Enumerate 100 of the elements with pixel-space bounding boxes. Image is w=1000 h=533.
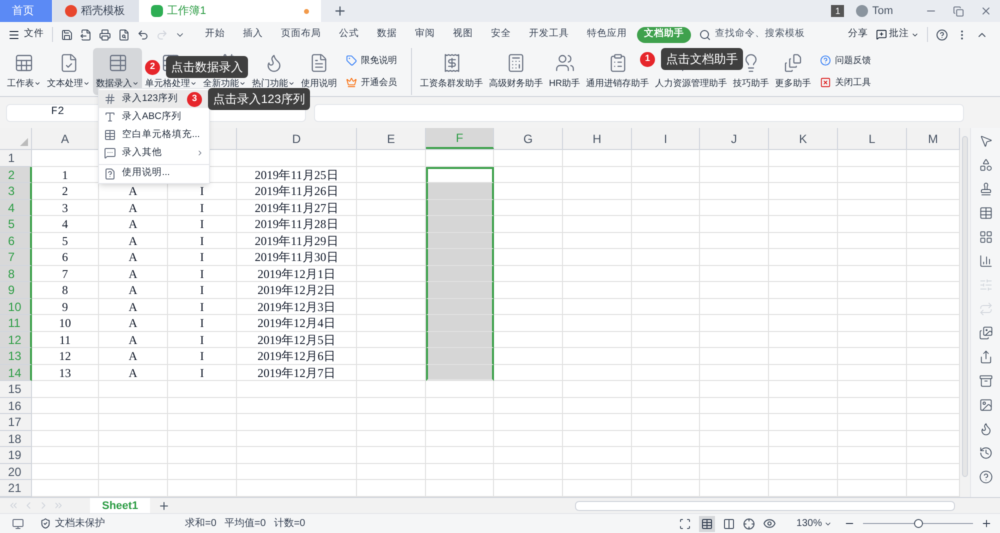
page-break-icon[interactable]	[723, 518, 736, 530]
table-cell	[168, 430, 237, 447]
user-name[interactable]: Tom	[872, 2, 893, 20]
menu-tab[interactable]: 开发工具	[521, 27, 577, 42]
menu-item[interactable]: 空白单元格填充...	[99, 126, 209, 144]
stamp-icon[interactable]	[978, 182, 992, 196]
row-header[interactable]: 18	[0, 430, 32, 447]
ribbon-button[interactable]: 文本处理	[44, 48, 93, 95]
ribbon-small-button[interactable]: 问题反馈	[820, 54, 871, 68]
table-cell	[632, 266, 700, 282]
protection-status[interactable]: 文档未保护	[40, 516, 105, 531]
column-header[interactable]: H	[563, 128, 632, 149]
image-icon[interactable]	[978, 398, 992, 412]
menu-tab[interactable]: 开始	[197, 27, 233, 42]
images-icon[interactable]	[978, 326, 992, 340]
preview-icon[interactable]	[118, 28, 130, 40]
table-icon[interactable]	[978, 206, 992, 220]
table-cell	[563, 315, 632, 332]
column-header[interactable]: G	[494, 128, 563, 149]
archive-icon[interactable]	[978, 374, 992, 388]
table-cell	[769, 447, 838, 464]
eye-icon[interactable]	[763, 517, 776, 530]
restore-icon[interactable]	[953, 6, 964, 16]
table-cell	[700, 232, 769, 249]
table-cell: I	[168, 332, 237, 348]
menu-tab[interactable]: 页面布局	[273, 27, 329, 42]
sliders-icon[interactable]	[978, 278, 992, 292]
row-header[interactable]: 15	[0, 381, 32, 398]
undo-icon[interactable]	[137, 28, 149, 40]
ribbon-small-button[interactable]: 开通会员	[346, 76, 397, 89]
ribbon-small-button[interactable]: 限免说明	[346, 54, 397, 68]
row-header[interactable]: 19	[0, 447, 32, 464]
pointer-icon[interactable]	[978, 134, 992, 148]
table-cell: 10	[32, 315, 99, 332]
table-cell: A	[99, 282, 168, 298]
window-count-badge[interactable]: 1	[831, 5, 844, 17]
table-cell	[32, 447, 99, 464]
menu-tab[interactable]: 安全	[483, 27, 519, 42]
row-header[interactable]: 17	[0, 414, 32, 430]
menu-tab[interactable]: 公式	[331, 27, 367, 42]
table-cell	[769, 298, 838, 315]
flame-icon[interactable]	[978, 422, 992, 436]
zoom-slider-thumb[interactable]	[914, 519, 923, 528]
table-cell	[563, 249, 632, 266]
grid-icon[interactable]	[978, 230, 992, 244]
print-icon[interactable]	[99, 28, 111, 40]
menu-tab[interactable]: 审阅	[407, 27, 443, 42]
row-header[interactable]: 16	[0, 398, 32, 414]
ribbon-button[interactable]: 工作表	[4, 48, 44, 95]
ribbon-small-button[interactable]: 关闭工具	[820, 76, 871, 89]
comment-button[interactable]: 批注	[876, 27, 928, 42]
menu-tab[interactable]: 数据	[369, 27, 405, 42]
add-sheet-icon[interactable]	[158, 500, 170, 512]
close-icon	[820, 76, 831, 88]
table-cell	[563, 398, 632, 414]
monitor-icon[interactable]	[12, 518, 24, 530]
shapes-icon[interactable]	[978, 158, 992, 172]
menu-tab[interactable]: 特色应用	[579, 27, 635, 42]
table-cell: 6	[32, 249, 99, 266]
row-header[interactable]: 1	[0, 150, 32, 166]
table-cell	[32, 381, 99, 398]
table-cell	[700, 282, 769, 298]
share-icon[interactable]	[978, 350, 992, 364]
fullscreen-icon[interactable]	[679, 518, 692, 530]
row-header[interactable]: 20	[0, 464, 32, 480]
horizontal-scrollbar[interactable]	[575, 500, 955, 510]
export-icon[interactable]	[80, 28, 92, 40]
ribbon-button[interactable]: 工资条群发助手	[411, 48, 486, 95]
ribbon-button[interactable]: 高级财务助手	[486, 48, 546, 95]
ribbon-button[interactable]: 更多助手	[772, 48, 814, 95]
bar-chart-icon[interactable]	[978, 254, 992, 268]
normal-view-icon[interactable]	[699, 516, 716, 532]
column-header[interactable]: L	[838, 128, 907, 149]
file-menu[interactable]: 文件	[8, 27, 53, 42]
help-icon[interactable]	[936, 28, 948, 40]
share-button[interactable]: 分享	[848, 27, 868, 42]
column-header[interactable]: J	[700, 128, 769, 149]
formula-field[interactable]	[314, 104, 964, 122]
menu-tab[interactable]: 视图	[445, 27, 481, 42]
column-header[interactable]: D	[237, 128, 357, 149]
table-cell: 4	[32, 216, 99, 232]
column-header[interactable]: K	[769, 128, 838, 149]
avatar-icon[interactable]	[856, 5, 868, 17]
save-icon[interactable]	[61, 28, 73, 40]
new-tab-icon[interactable]	[333, 4, 347, 18]
document-tab[interactable]: 稻壳模板	[53, 0, 139, 22]
column-header[interactable]: I	[632, 128, 700, 149]
menu-item[interactable]: 使用说明...	[99, 164, 209, 182]
ribbon-button[interactable]: HR助手	[546, 48, 583, 95]
row-header[interactable]: 21	[0, 480, 32, 496]
command-search-field[interactable]: 查找命令、搜索模板	[699, 27, 805, 42]
vertical-scrollbar[interactable]	[962, 136, 968, 477]
close-icon[interactable]	[980, 5, 992, 17]
crosshair-icon[interactable]	[743, 518, 756, 530]
help-icon[interactable]	[978, 470, 992, 484]
history-icon[interactable]	[978, 446, 992, 460]
zoom-in-icon[interactable]	[981, 518, 992, 529]
zoom-level-dropdown[interactable]: 130%	[796, 516, 832, 531]
menu-item[interactable]: 录入其他	[99, 144, 209, 162]
menu-tab[interactable]: 插入	[235, 27, 271, 42]
